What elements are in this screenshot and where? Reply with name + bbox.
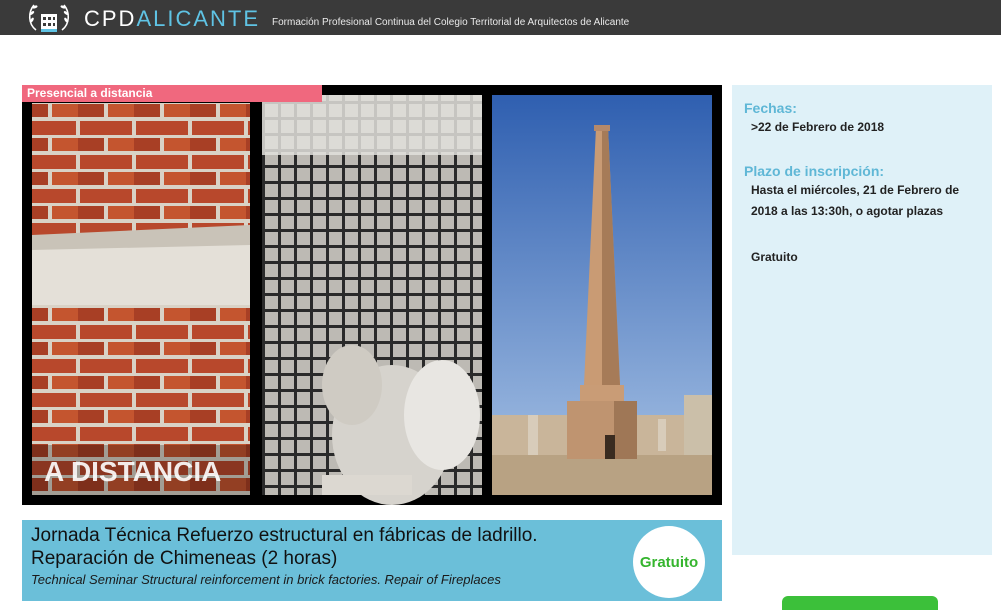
header-tagline: Formación Profesional Continua del Coleg… xyxy=(272,17,630,28)
deadline-value: Hasta el miércoles, 21 de Febrero de 201… xyxy=(751,183,960,218)
brand-city: ALICANTE xyxy=(136,6,261,31)
brand-cpd: CPD xyxy=(84,6,137,31)
course-title[interactable]: Jornada Técnica Refuerzo estructural en … xyxy=(31,524,611,570)
price-value: Gratuito xyxy=(751,250,798,264)
logo-icon[interactable] xyxy=(24,0,74,35)
price-badge: Gratuito xyxy=(633,526,705,598)
dates-value: >22 de Febrero de 2018 xyxy=(751,120,885,134)
course-image: A DISTANCIA xyxy=(22,85,722,505)
course-title-card[interactable]: Jornada Técnica Refuerzo estructural en … xyxy=(22,520,722,601)
deadline-heading: Plazo de inscripción: xyxy=(744,163,885,179)
brand-name[interactable]: CPDALICANTE xyxy=(84,6,260,32)
course-info-panel: Fechas: >22 de Febrero de 2018 Plazo de … xyxy=(732,85,992,555)
top-header: CPDALICANTE Formación Profesional Contin… xyxy=(0,0,1001,35)
modality-badge: Presencial a distancia xyxy=(22,85,322,102)
image-overlay-text: A DISTANCIA xyxy=(44,456,221,487)
enroll-button[interactable] xyxy=(782,596,938,610)
course-subtitle: Technical Seminar Structural reinforceme… xyxy=(31,572,501,587)
dates-heading: Fechas: xyxy=(744,100,797,116)
